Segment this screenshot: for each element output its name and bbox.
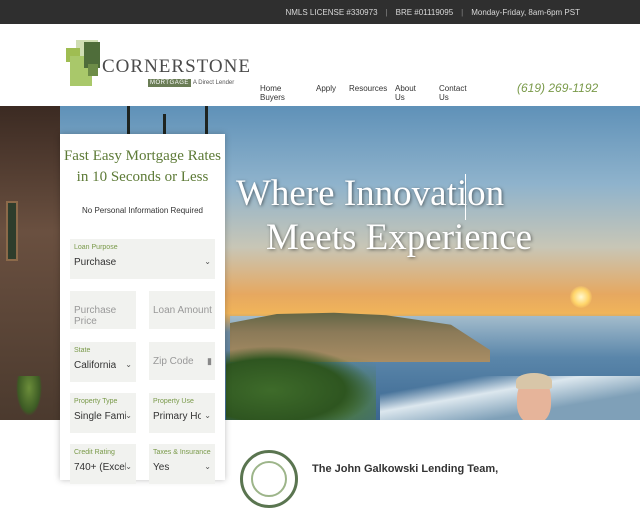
chevron-down-icon: ⌄ (125, 411, 132, 420)
chevron-down-icon: ⌄ (204, 462, 211, 471)
loan-purpose-select[interactable]: Loan Purpose Purchase ⌄ (70, 239, 215, 279)
hero-plants (226, 346, 376, 420)
house-window (6, 201, 18, 261)
autofill-icon[interactable]: ▮ (207, 356, 212, 367)
field-value: Yes (153, 462, 170, 473)
brand-subtitle: MORTGAGE A Direct Lender (148, 79, 234, 87)
property-use-select[interactable]: Property Use Primary Home ⌄ (149, 393, 215, 433)
chevron-down-icon: ⌄ (125, 462, 132, 471)
person-hair (516, 373, 552, 389)
nav-home-buyers[interactable]: Home Buyers (260, 84, 285, 102)
form-title-line1: Fast Easy Mortgage Rates (63, 148, 222, 164)
rate-quote-form: Fast Easy Mortgage Rates in 10 Seconds o… (60, 134, 225, 484)
emblem-inner (251, 461, 287, 497)
brand-mortgage-tag: MORTGAGE (148, 79, 191, 87)
purchase-price-input[interactable]: Purchase Price (70, 291, 136, 329)
hero-headline-line1: Where Innovation (236, 173, 505, 214)
form-subtitle: No Personal Information Required (82, 206, 203, 215)
taxes-insurance-select[interactable]: Taxes & Insurance Yes ⌄ (149, 444, 215, 484)
nav-contact-us[interactable]: Contact Us (439, 84, 467, 102)
form-title: Fast Easy Mortgage Rates in 10 Seconds o… (60, 146, 225, 188)
credit-rating-select[interactable]: Credit Rating 740+ (Excellent) ⌄ (70, 444, 136, 484)
nav-apply[interactable]: Apply (316, 84, 336, 93)
text-cursor (465, 174, 466, 220)
palm-tree (163, 114, 166, 136)
field-label: Property Use (153, 398, 194, 405)
field-value: 740+ (Excellent) (74, 462, 126, 473)
field-value: Primary Home (153, 411, 201, 422)
hero-house (0, 106, 60, 420)
field-value: Single Family (74, 411, 126, 422)
field-label: Loan Purpose (74, 244, 118, 251)
hero-sun (570, 286, 592, 308)
brand-name: CORNERSTONE (102, 56, 251, 77)
separator: | (461, 7, 464, 17)
phone-number[interactable]: (619) 269-1192 (517, 81, 598, 95)
top-info-bar: NMLS LICENSE #330973 | BRE #01119095 | M… (0, 0, 640, 24)
chevron-down-icon: ⌄ (204, 411, 211, 420)
logo-square (88, 64, 98, 76)
property-type-select[interactable]: Property Type Single Family ⌄ (70, 393, 136, 433)
bre-license: BRE #01119095 (395, 7, 454, 17)
separator: | (385, 7, 388, 17)
loan-officer-photo (497, 371, 587, 420)
field-label: Credit Rating (74, 449, 115, 456)
palm-tree (205, 106, 208, 136)
field-value: California (74, 360, 117, 371)
zip-code-input[interactable]: Zip Code ▮ (149, 342, 215, 380)
brand-tagline: A Direct Lender (192, 80, 235, 86)
hero-headline-line2: Meets Experience (266, 217, 533, 258)
hero-potted-plant (16, 376, 42, 416)
field-placeholder: Zip Code (153, 356, 194, 367)
nmls-license: NMLS LICENSE #330973 (285, 7, 378, 17)
emblem-icon (240, 450, 298, 508)
hero-headline: Where Innovation Meets Experience (236, 172, 532, 260)
field-label: Property Type (74, 398, 118, 405)
field-label: State (74, 347, 91, 354)
cornerstone-logo[interactable]: CORNERSTONE MORTGAGE A Direct Lender (66, 40, 250, 94)
chevron-down-icon: ⌄ (125, 360, 132, 369)
field-label: Taxes & Insurance (153, 449, 211, 456)
palm-tree (127, 106, 130, 134)
chevron-down-icon: ⌄ (204, 257, 211, 266)
state-select[interactable]: State California ⌄ (70, 342, 136, 382)
field-value: Purchase (74, 257, 117, 268)
site-header: CORNERSTONE MORTGAGE A Direct Lender Hom… (0, 24, 640, 106)
field-placeholder: Purchase Price (74, 305, 117, 327)
nav-about-us[interactable]: About Us (395, 84, 416, 102)
nav-resources[interactable]: Resources (349, 84, 387, 93)
business-hours: Monday-Friday, 8am-6pm PST (471, 7, 580, 17)
field-placeholder: Loan Amount (153, 305, 212, 316)
team-heading: The John Galkowski Lending Team, (312, 463, 499, 475)
loan-amount-input[interactable]: Loan Amount (149, 291, 215, 329)
form-title-line2: in 10 Seconds or Less (76, 169, 209, 185)
